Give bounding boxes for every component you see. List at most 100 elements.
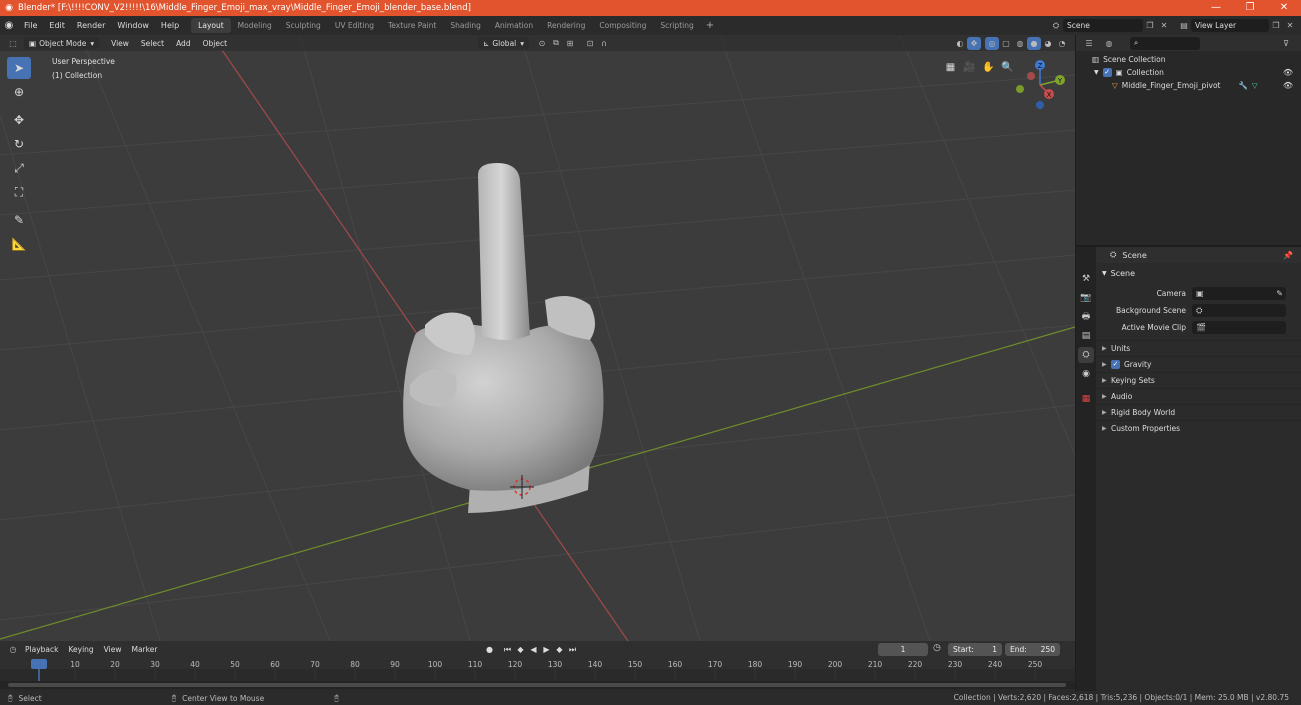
overlay-toggle-icon[interactable]: ◎	[985, 36, 999, 50]
menu-view[interactable]: View	[105, 39, 135, 48]
pan-hand-icon[interactable]: ✋	[979, 59, 998, 76]
play-reverse-icon[interactable]: ◀	[527, 643, 540, 656]
prev-keyframe-icon[interactable]: ◆	[514, 643, 527, 656]
tab-compositing[interactable]: Compositing	[592, 18, 653, 33]
render-tab-icon[interactable]: 📷	[1078, 290, 1094, 306]
camera-view-icon[interactable]: 🎥	[960, 59, 979, 76]
annotate-tool-icon[interactable]: ✎	[7, 209, 31, 231]
filter-icon[interactable]: ⊽	[1279, 37, 1293, 50]
tab-layout[interactable]: Layout	[191, 18, 231, 33]
units-panel[interactable]: ▶ Units	[1096, 340, 1301, 356]
start-frame-field[interactable]: Start: 1	[948, 643, 1002, 656]
tab-texture-paint[interactable]: Texture Paint	[381, 18, 443, 33]
new-view-layer-icon[interactable]: ❐	[1269, 19, 1283, 32]
measure-tool-icon[interactable]: 📐	[7, 233, 31, 255]
scene-field[interactable]: Scene	[1063, 19, 1143, 32]
eye-icon[interactable]: 👁	[1283, 68, 1293, 77]
close-button[interactable]: ✕	[1267, 0, 1301, 16]
end-frame-field[interactable]: End: 250	[1005, 643, 1060, 656]
pin-icon[interactable]: 📌	[1283, 251, 1293, 260]
modifier-wrench-icon[interactable]: 🔧	[1238, 81, 1247, 90]
outliner-editor-type-icon[interactable]: ☰	[1082, 37, 1096, 50]
timeline-scrollbar[interactable]	[8, 683, 1066, 687]
audio-panel[interactable]: ▶ Audio	[1096, 388, 1301, 404]
rigid-body-world-panel[interactable]: ▶ Rigid Body World	[1096, 404, 1301, 420]
zoom-icon[interactable]: 🔍	[998, 59, 1017, 76]
view-layer-tab-icon[interactable]: ▤	[1078, 328, 1094, 344]
outliner-search-input[interactable]: ⌕	[1130, 36, 1200, 50]
keying-sets-panel[interactable]: ▶ Keying Sets	[1096, 372, 1301, 388]
gizmo-toggle-icon[interactable]: ✥	[967, 36, 981, 50]
proportional-editing-icon[interactable]: ⊡	[583, 37, 597, 50]
menu-marker[interactable]: Marker	[126, 645, 162, 654]
custom-properties-panel[interactable]: ▶ Custom Properties	[1096, 420, 1301, 436]
navigation-gizmo[interactable]: Z Y X	[1016, 60, 1065, 109]
tab-shading[interactable]: Shading	[443, 18, 487, 33]
snap-icon[interactable]: ⧉	[549, 37, 563, 50]
clock-icon[interactable]: ◷	[933, 643, 941, 653]
scene-panel-header[interactable]: ▼ Scene	[1096, 265, 1301, 281]
delete-scene-icon[interactable]: ✕	[1157, 19, 1171, 32]
tab-rendering[interactable]: Rendering	[540, 18, 592, 33]
transform-orientation-selector[interactable]: ⊾ Global ▾	[478, 37, 530, 49]
material-shading-icon[interactable]: ◕	[1041, 37, 1055, 50]
tool-tab-icon[interactable]: ⚒	[1078, 271, 1094, 287]
gizmo-neg-y-icon[interactable]	[1016, 85, 1024, 93]
solid-shading-icon[interactable]: ●	[1027, 36, 1041, 50]
gravity-panel[interactable]: ▶ ✓ Gravity	[1096, 356, 1301, 372]
scene-selector-icon[interactable]: ⛭	[1049, 19, 1063, 32]
menu-add[interactable]: Add	[170, 39, 197, 48]
world-tab-icon[interactable]: ◉	[1078, 366, 1094, 382]
outliner-item-collection[interactable]: ▼ ✓ ▣ Collection 👁	[1076, 66, 1301, 79]
menu-playback[interactable]: Playback	[20, 645, 63, 654]
eyedropper-icon[interactable]: ✎	[1276, 289, 1283, 298]
move-tool-icon[interactable]: ✥	[7, 109, 31, 131]
delete-view-layer-icon[interactable]: ✕	[1283, 19, 1297, 32]
tab-uv-editing[interactable]: UV Editing	[328, 18, 381, 33]
blender-menu-icon[interactable]: ◉	[0, 20, 18, 31]
mesh-data-icon[interactable]: ▽	[1252, 81, 1258, 90]
mode-selector[interactable]: ▣ Object Mode ▾	[24, 37, 100, 49]
next-keyframe-icon[interactable]: ◆	[553, 643, 566, 656]
outliner-item-object[interactable]: ▽ Middle_Finger_Emoji_pivot 🔧 ▽ 👁	[1076, 79, 1301, 92]
display-mode-icon[interactable]: ◍	[1102, 37, 1116, 50]
3d-viewport[interactable]: Z Y X ⬚ ▣ Object Mode ▾ View Select Add …	[0, 35, 1075, 641]
transform-tool-icon[interactable]: ⛶	[7, 181, 31, 203]
new-scene-icon[interactable]: ❐	[1143, 19, 1157, 32]
wireframe-shading-icon[interactable]: ◍	[1013, 37, 1027, 50]
cursor-tool-icon[interactable]: ⊕	[7, 81, 31, 103]
gizmo-neg-z-icon[interactable]	[1036, 101, 1044, 109]
menu-edit[interactable]: Edit	[43, 21, 71, 30]
timeline-editor-type-icon[interactable]: ◷	[6, 643, 20, 656]
menu-help[interactable]: Help	[155, 21, 185, 30]
maximize-button[interactable]: ❐	[1233, 0, 1267, 16]
snap-target-icon[interactable]: ⊞	[563, 37, 577, 50]
texture-tab-icon[interactable]: ▦	[1078, 391, 1094, 407]
tab-animation[interactable]: Animation	[488, 18, 540, 33]
menu-keying[interactable]: Keying	[63, 645, 98, 654]
rotate-tool-icon[interactable]: ↻	[7, 133, 31, 155]
menu-select[interactable]: Select	[135, 39, 170, 48]
falloff-icon[interactable]: ∩	[597, 37, 611, 50]
add-workspace-button[interactable]: +	[701, 20, 719, 31]
eye-icon[interactable]: 👁	[1283, 81, 1293, 90]
view-layer-icon[interactable]: ▤	[1177, 19, 1191, 32]
jump-start-icon[interactable]: ⏮	[501, 643, 514, 656]
menu-window[interactable]: Window	[111, 21, 155, 30]
gizmo-neg-x-icon[interactable]	[1027, 72, 1035, 80]
playhead-marker[interactable]	[31, 659, 47, 669]
editor-type-icon[interactable]: ⬚	[6, 37, 20, 50]
menu-file[interactable]: File	[18, 21, 43, 30]
collection-checkbox[interactable]: ✓	[1102, 68, 1112, 77]
menu-render[interactable]: Render	[71, 21, 111, 30]
scale-tool-icon[interactable]: ⤢	[7, 157, 31, 179]
menu-object[interactable]: Object	[197, 39, 233, 48]
scene-tab-icon[interactable]: ⛭	[1078, 347, 1094, 363]
toggle-camera-grid-icon[interactable]: ▦	[941, 59, 960, 76]
expand-arrow-icon[interactable]: ▼	[1094, 69, 1099, 76]
active-movie-clip-field[interactable]: 🎬	[1192, 321, 1286, 334]
properties-editor[interactable]: ☷ ⛭ Scene 📌 ⚒ 📷 🖶 ▤ ⛭ ◉ ▦ ▼ Scene Camera…	[1076, 247, 1301, 691]
outliner-item-scene-collection[interactable]: ▥ Scene Collection	[1076, 53, 1301, 66]
record-icon[interactable]: ●	[483, 643, 496, 656]
menu-timeline-view[interactable]: View	[99, 645, 127, 654]
